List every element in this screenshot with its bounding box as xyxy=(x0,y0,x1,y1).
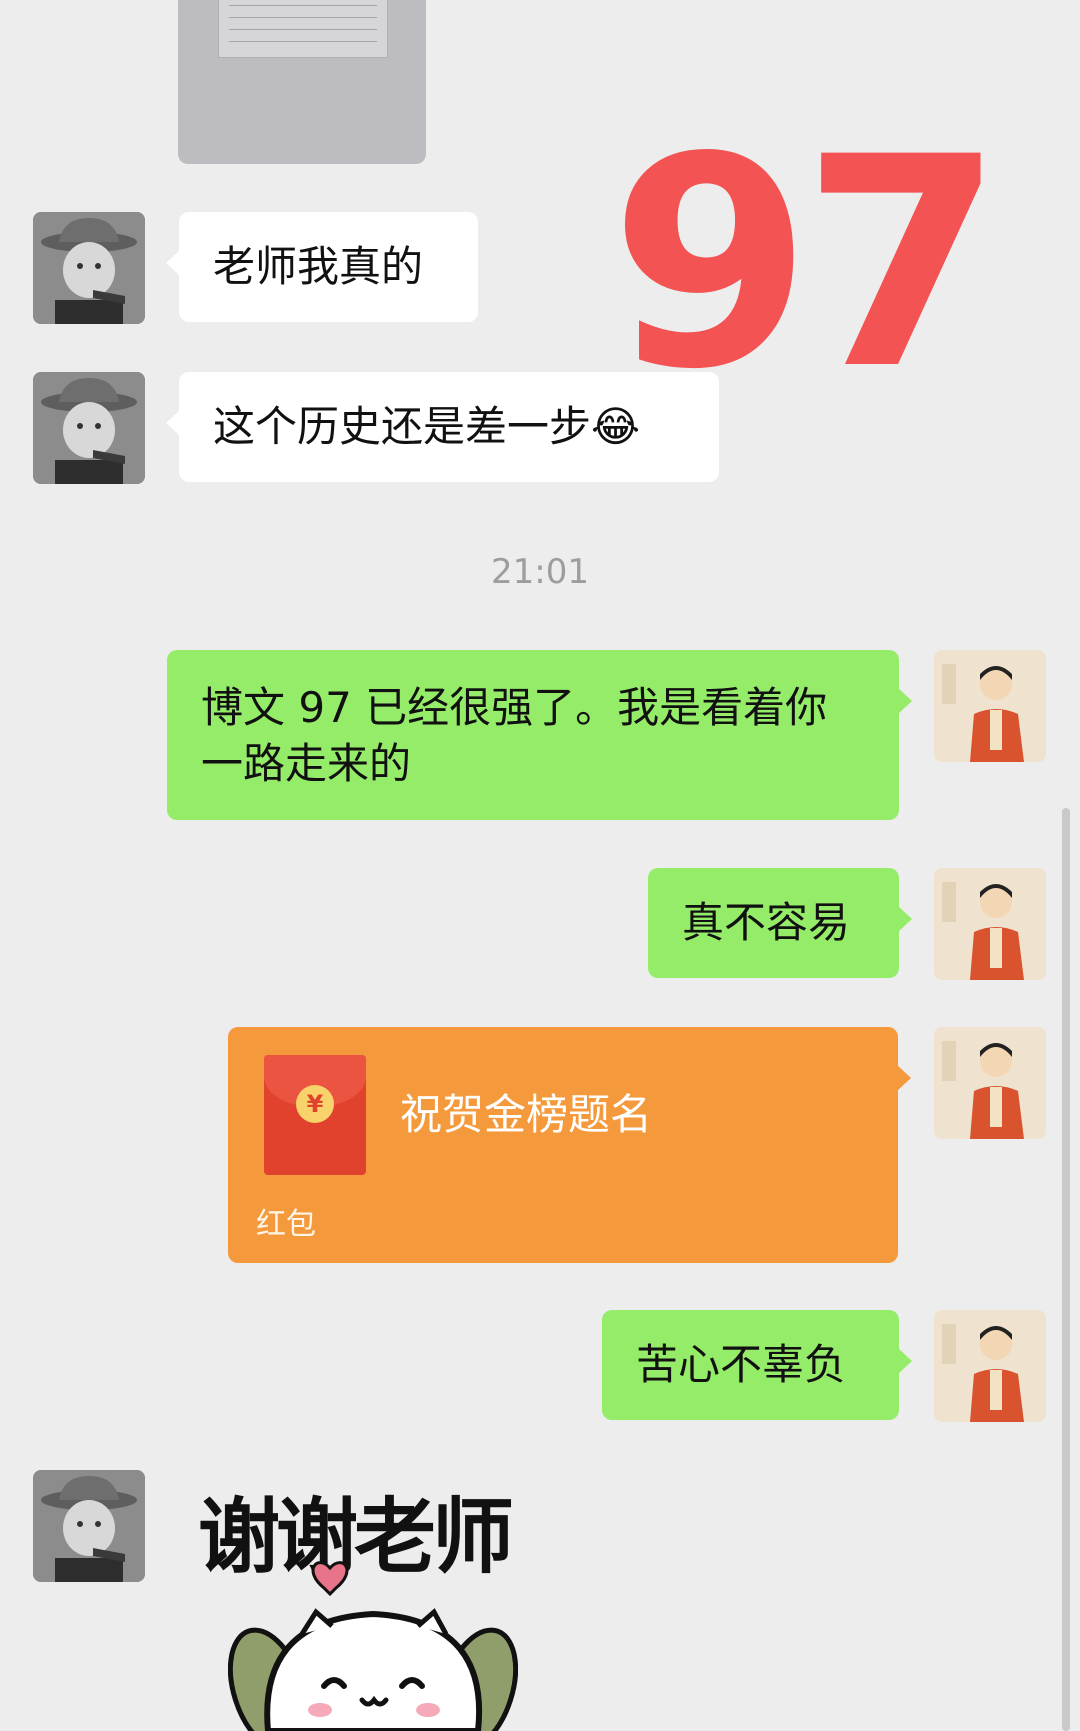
outgoing-message-bubble[interactable]: 真不容易 xyxy=(648,868,912,978)
message-text-line: 一路走来的 xyxy=(201,739,412,788)
red-packet-title: 祝贺金榜题名 xyxy=(400,1090,653,1139)
outgoing-message-bubble[interactable]: 苦心不辜负 xyxy=(602,1310,912,1420)
incoming-message-bubble[interactable]: 老师我真的 xyxy=(166,212,478,322)
message-text: 这个历史还是差一步 xyxy=(213,402,592,451)
incoming-message-bubble[interactable]: 这个历史还是差一步😂 xyxy=(166,372,719,482)
man-with-hat-icon xyxy=(33,212,145,324)
image-message-thumbnail[interactable] xyxy=(178,0,426,164)
sender-avatar[interactable] xyxy=(33,1470,145,1582)
chat-scrollbar[interactable] xyxy=(1062,808,1070,1731)
overlay-number: 97 xyxy=(610,96,1004,433)
timestamp: 21:01 xyxy=(491,552,589,592)
my-avatar[interactable] xyxy=(934,1027,1046,1139)
man-with-hat-icon xyxy=(33,1470,145,1582)
laughing-crying-emoji-icon: 😂 xyxy=(591,402,641,451)
man-with-hat-icon xyxy=(33,372,145,484)
my-avatar[interactable] xyxy=(934,1310,1046,1422)
teacher-portrait-icon xyxy=(934,1027,1046,1139)
sender-avatar[interactable] xyxy=(33,212,145,324)
outgoing-message-bubble[interactable]: 博文 97 已经很强了。我是看着你 一路走来的 xyxy=(167,650,912,820)
teacher-portrait-icon xyxy=(934,650,1046,762)
red-packet-label: 红包 xyxy=(256,1207,316,1242)
message-text: 苦心不辜负 xyxy=(636,1340,847,1389)
message-text-line: 博文 97 已经很强了。我是看着你 xyxy=(201,683,828,732)
red-envelope-icon: ¥ xyxy=(264,1055,366,1175)
my-avatar[interactable] xyxy=(934,868,1046,980)
teacher-portrait-icon xyxy=(934,868,1046,980)
message-text: 真不容易 xyxy=(682,898,851,947)
document-photo xyxy=(218,0,388,58)
red-packet-message[interactable]: ¥ 祝贺金榜题名 红包 xyxy=(228,1027,911,1263)
my-avatar[interactable] xyxy=(934,650,1046,762)
yuan-coin-icon: ¥ xyxy=(296,1085,334,1123)
message-text: 老师我真的 xyxy=(213,242,424,291)
cat-sticker-icon[interactable] xyxy=(228,1560,518,1731)
teacher-portrait-icon xyxy=(934,1310,1046,1422)
sender-avatar[interactable] xyxy=(33,372,145,484)
